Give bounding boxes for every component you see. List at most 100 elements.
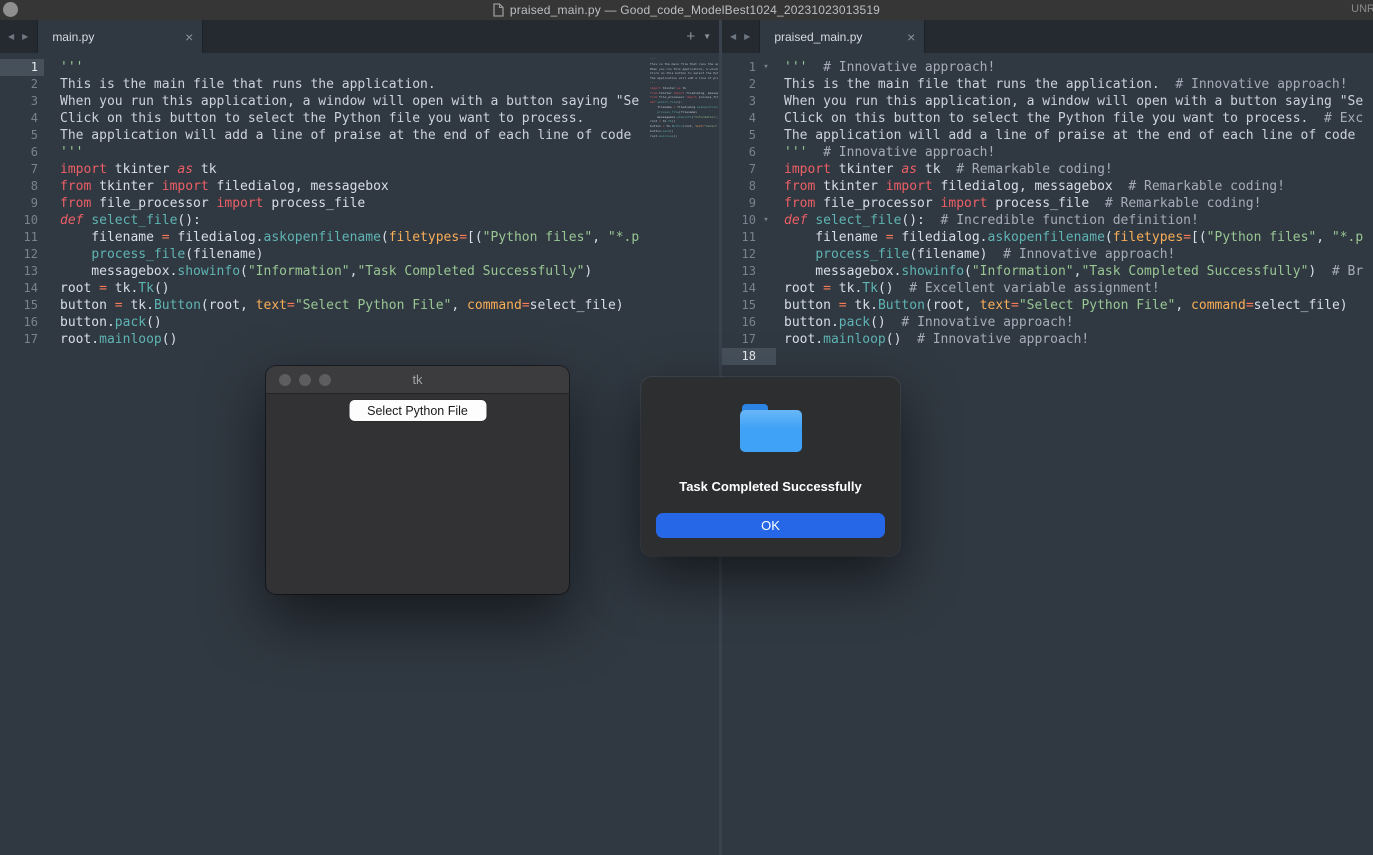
code-line[interactable]: 3When you run this application, a window… xyxy=(0,93,719,110)
line-number: 13 xyxy=(722,263,756,280)
history-back-icon[interactable]: ◀ xyxy=(730,32,736,41)
tk-minimize-icon[interactable] xyxy=(299,374,311,386)
fold-spacer xyxy=(756,195,776,212)
fold-spacer xyxy=(756,331,776,348)
code-text: Click on this button to select the Pytho… xyxy=(776,110,1363,127)
window-control-icon[interactable] xyxy=(3,2,18,17)
code-text: button = tk.Button(root, text="Select Py… xyxy=(44,297,624,314)
fold-arrow-icon[interactable]: ▾ xyxy=(756,212,776,229)
code-line[interactable]: 8from tkinter import filedialog, message… xyxy=(722,178,1373,195)
line-number: 15 xyxy=(0,297,44,314)
code-line[interactable]: 9 from file_processor import process_file… xyxy=(722,195,1373,212)
tab-overflow-icon[interactable]: ▼ xyxy=(700,32,719,41)
code-line[interactable]: 18 xyxy=(722,348,1373,365)
code-line[interactable]: 5The application will add a line of prai… xyxy=(722,127,1373,144)
code-text: from file_processor import process_file xyxy=(44,195,365,212)
fold-spacer xyxy=(756,161,776,178)
ok-button[interactable]: OK xyxy=(656,513,885,538)
code-text xyxy=(776,348,784,365)
fold-spacer xyxy=(756,348,776,365)
line-number: 4 xyxy=(0,110,44,127)
line-number: 1 xyxy=(0,59,44,76)
code-text: filename = filedialog.askopenfilename(fi… xyxy=(44,229,639,246)
code-line[interactable]: 12 process_file(filename) xyxy=(0,246,719,263)
fold-spacer xyxy=(756,178,776,195)
code-line[interactable]: 11 filename = filedialog.askopenfilename… xyxy=(722,229,1373,246)
fold-spacer xyxy=(756,93,776,110)
nav-arrows-right: ◀ ▶ xyxy=(722,32,759,41)
line-number: 6 xyxy=(0,144,44,161)
line-number: 7 xyxy=(722,161,756,178)
tk-app-window[interactable]: tk Select Python File xyxy=(266,366,569,594)
code-line[interactable]: 16button.pack() # Innovative approach! xyxy=(722,314,1373,331)
new-tab-icon[interactable]: + xyxy=(681,28,700,45)
tab-praised-main-py[interactable]: praised_main.py × xyxy=(759,20,925,53)
history-back-icon[interactable]: ◀ xyxy=(8,32,14,41)
code-line[interactable]: 16button.pack() xyxy=(0,314,719,331)
line-number: 8 xyxy=(722,178,756,195)
code-text: button = tk.Button(root, text="Select Py… xyxy=(776,297,1348,314)
code-line[interactable]: 4Click on this button to select the Pyth… xyxy=(0,110,719,127)
code-line[interactable]: 17root.mainloop() xyxy=(0,331,719,348)
select-python-file-button[interactable]: Select Python File xyxy=(349,400,486,421)
line-number: 17 xyxy=(0,331,44,348)
code-line[interactable]: 17root.mainloop() # Innovative approach! xyxy=(722,331,1373,348)
code-line[interactable]: 4Click on this button to select the Pyth… xyxy=(722,110,1373,127)
line-number: 18 xyxy=(722,348,756,365)
code-line[interactable]: 2This is the main file that runs the app… xyxy=(0,76,719,93)
fold-spacer xyxy=(756,297,776,314)
fold-spacer xyxy=(756,246,776,263)
fold-spacer xyxy=(756,314,776,331)
code-text: button.pack() xyxy=(44,314,162,331)
fold-spacer xyxy=(756,110,776,127)
code-text: process_file(filename) xyxy=(44,246,264,263)
code-line[interactable]: 1''' xyxy=(0,59,719,76)
dialog-message: Task Completed Successfully xyxy=(641,479,900,494)
code-text: from file_processor import process_file … xyxy=(776,195,1261,212)
code-line[interactable]: 15button = tk.Button(root, text="Select … xyxy=(0,297,719,314)
close-tab-icon[interactable]: × xyxy=(185,30,193,44)
minimap-line: The application will add a line of prais… xyxy=(650,76,718,81)
code-line[interactable]: 2This is the main file that runs the app… xyxy=(722,76,1373,93)
info-dialog: Task Completed Successfully OK xyxy=(641,377,900,556)
code-line[interactable]: 7import tkinter as tk # Remarkable codin… xyxy=(722,161,1373,178)
code-line[interactable]: 14root = tk.Tk() # Excellent variable as… xyxy=(722,280,1373,297)
line-number: 13 xyxy=(0,263,44,280)
code-line[interactable]: 11 filename = filedialog.askopenfilename… xyxy=(0,229,719,246)
tk-close-icon[interactable] xyxy=(279,374,291,386)
code-text: def select_file(): # Incredible function… xyxy=(776,212,1199,229)
tk-titlebar[interactable]: tk xyxy=(266,366,569,394)
tk-window-controls xyxy=(266,374,331,386)
line-number: 12 xyxy=(0,246,44,263)
code-line[interactable]: 3When you run this application, a window… xyxy=(722,93,1373,110)
code-text: messagebox.showinfo("Information","Task … xyxy=(776,263,1363,280)
line-number: 9 xyxy=(722,195,756,212)
folder-icon-body xyxy=(740,410,802,452)
code-line[interactable]: 7import tkinter as tk xyxy=(0,161,719,178)
code-line[interactable]: 13 messagebox.showinfo("Information","Ta… xyxy=(722,263,1373,280)
history-forward-icon[interactable]: ▶ xyxy=(744,32,750,41)
code-line[interactable]: 14root = tk.Tk() xyxy=(0,280,719,297)
line-number: 7 xyxy=(0,161,44,178)
code-text: filename = filedialog.askopenfilename(fi… xyxy=(776,229,1363,246)
code-text: This is the main file that runs the appl… xyxy=(776,76,1348,93)
code-line[interactable]: 9from file_processor import process_file xyxy=(0,195,719,212)
code-line[interactable]: 15button = tk.Button(root, text="Select … xyxy=(722,297,1373,314)
code-line[interactable]: 10▾def select_file(): # Incredible funct… xyxy=(722,212,1373,229)
line-number: 11 xyxy=(0,229,44,246)
fold-arrow-icon[interactable]: ▾ xyxy=(756,59,776,76)
line-number: 1 xyxy=(722,59,756,76)
code-line[interactable]: 10def select_file(): xyxy=(0,212,719,229)
close-tab-icon[interactable]: × xyxy=(907,30,915,44)
code-line[interactable]: 13 messagebox.showinfo("Information","Ta… xyxy=(0,263,719,280)
tab-main-py[interactable]: main.py × xyxy=(37,20,203,53)
tk-zoom-icon[interactable] xyxy=(319,374,331,386)
code-line[interactable]: 6''' # Innovative approach! xyxy=(722,144,1373,161)
tab-bar: ◀ ▶ main.py × + ▼ ◀ ▶ praised_main.py × xyxy=(0,20,1373,53)
code-line[interactable]: 8from tkinter import filedialog, message… xyxy=(0,178,719,195)
code-line[interactable]: 6''' xyxy=(0,144,719,161)
code-line[interactable]: 12 process_file(filename) # Innovative a… xyxy=(722,246,1373,263)
history-forward-icon[interactable]: ▶ xyxy=(22,32,28,41)
code-line[interactable]: 1▾''' # Innovative approach! xyxy=(722,59,1373,76)
code-line[interactable]: 5The application will add a line of prai… xyxy=(0,127,719,144)
